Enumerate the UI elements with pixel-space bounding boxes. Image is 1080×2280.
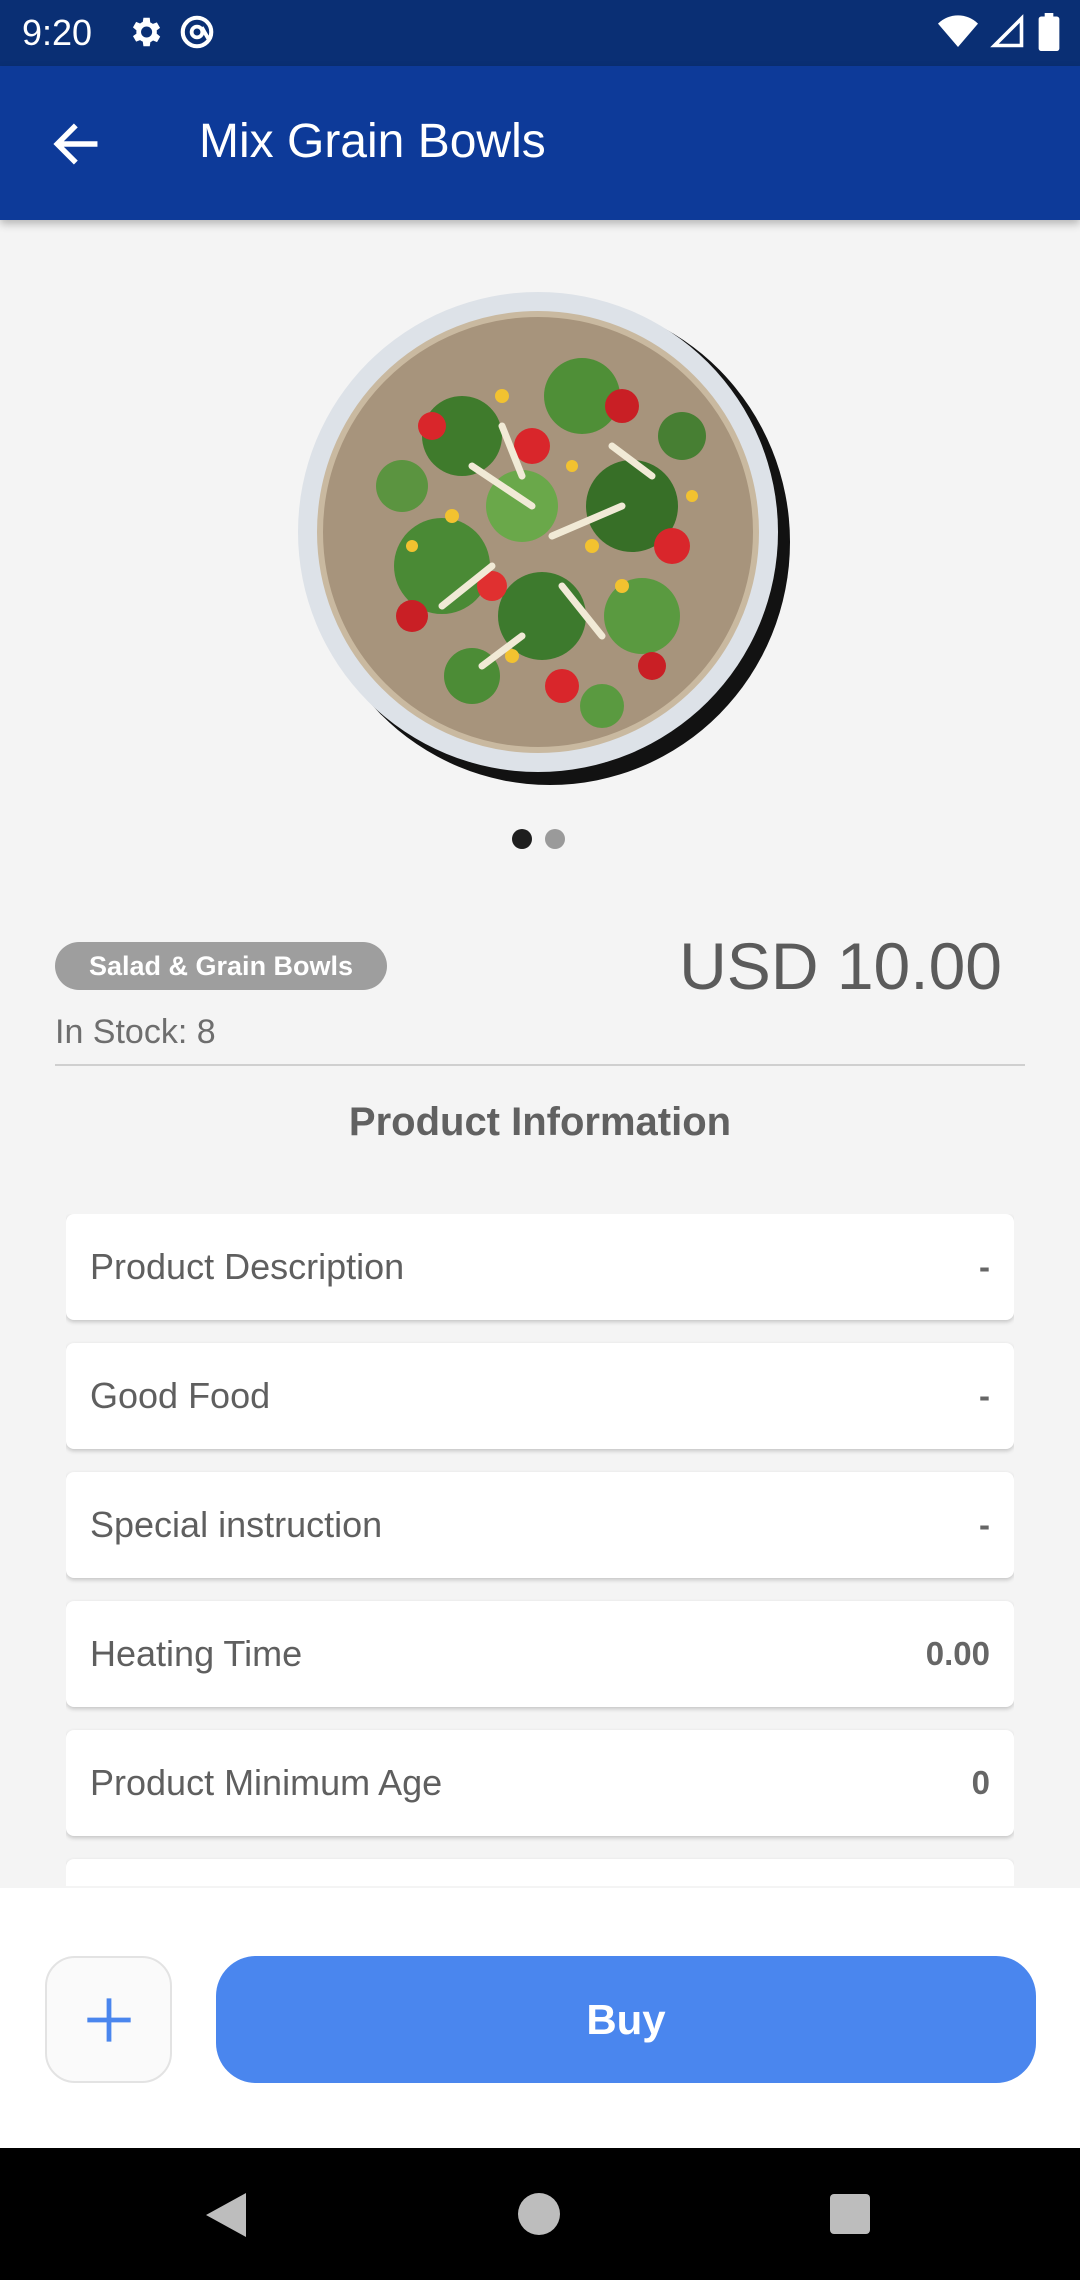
info-label: Special instruction bbox=[90, 1504, 383, 1545]
section-title: Product Information bbox=[348, 1100, 732, 1144]
divider bbox=[55, 1064, 1025, 1066]
bottom-action-bar: Buy bbox=[0, 1888, 1080, 2148]
page-title: Mix Grain Bowls bbox=[199, 115, 546, 168]
category-chip: Salad & Grain Bowls bbox=[55, 942, 388, 990]
info-row-product-description: Product Description - bbox=[66, 1214, 1014, 1320]
nav-home-icon[interactable] bbox=[518, 2193, 560, 2235]
info-row-heating-time: Heating Time 0.00 bbox=[66, 1601, 1014, 1707]
plus-icon bbox=[86, 1997, 131, 2042]
buy-button[interactable]: Buy bbox=[216, 1956, 1036, 2083]
info-value: 0 bbox=[971, 1764, 990, 1801]
product-info-list[interactable]: Product Description - Good Food - Specia… bbox=[66, 1214, 1014, 1886]
info-label: Good Food bbox=[90, 1375, 271, 1416]
nav-recents-icon[interactable] bbox=[830, 2194, 870, 2234]
cellular-signal-icon bbox=[990, 14, 1026, 55]
product-image[interactable] bbox=[292, 286, 792, 786]
status-bar: 9:20 bbox=[0, 0, 1080, 66]
info-label: Product Description bbox=[90, 1246, 405, 1287]
wifi-icon bbox=[938, 14, 978, 55]
info-row-special-instruction: Special instruction - bbox=[66, 1472, 1014, 1578]
info-value: 0.00 bbox=[925, 1635, 990, 1672]
info-value: - bbox=[979, 1506, 990, 1543]
stock-count: In Stock: 8 bbox=[55, 1013, 216, 1051]
carousel-indicator bbox=[512, 829, 565, 849]
info-label: Heating Time bbox=[90, 1633, 303, 1674]
carousel-dot[interactable] bbox=[545, 829, 565, 849]
product-price: USD 10.00 bbox=[679, 929, 1002, 1003]
info-value: - bbox=[979, 1377, 990, 1414]
info-row-good-food: Good Food - bbox=[66, 1343, 1014, 1449]
carousel-dot-active[interactable] bbox=[512, 829, 532, 849]
status-left-icons bbox=[126, 13, 216, 56]
info-row-minimum-age: Product Minimum Age 0 bbox=[66, 1730, 1014, 1836]
add-to-cart-button[interactable] bbox=[45, 1956, 172, 2083]
status-time: 9:20 bbox=[22, 12, 93, 53]
status-right-icons bbox=[938, 13, 1060, 56]
nav-back-icon[interactable] bbox=[206, 2193, 246, 2237]
info-row-partial bbox=[66, 1859, 1014, 1886]
battery-icon bbox=[1038, 13, 1060, 56]
back-button[interactable] bbox=[42, 110, 110, 178]
info-value: - bbox=[979, 1248, 990, 1285]
arrow-left-icon bbox=[53, 123, 98, 165]
app-bar: Mix Grain Bowls bbox=[0, 66, 1080, 220]
info-label: Product Minimum Age bbox=[90, 1762, 443, 1803]
at-sign-icon bbox=[178, 13, 216, 56]
system-nav-bar bbox=[0, 2148, 1080, 2280]
gear-icon bbox=[126, 13, 164, 56]
